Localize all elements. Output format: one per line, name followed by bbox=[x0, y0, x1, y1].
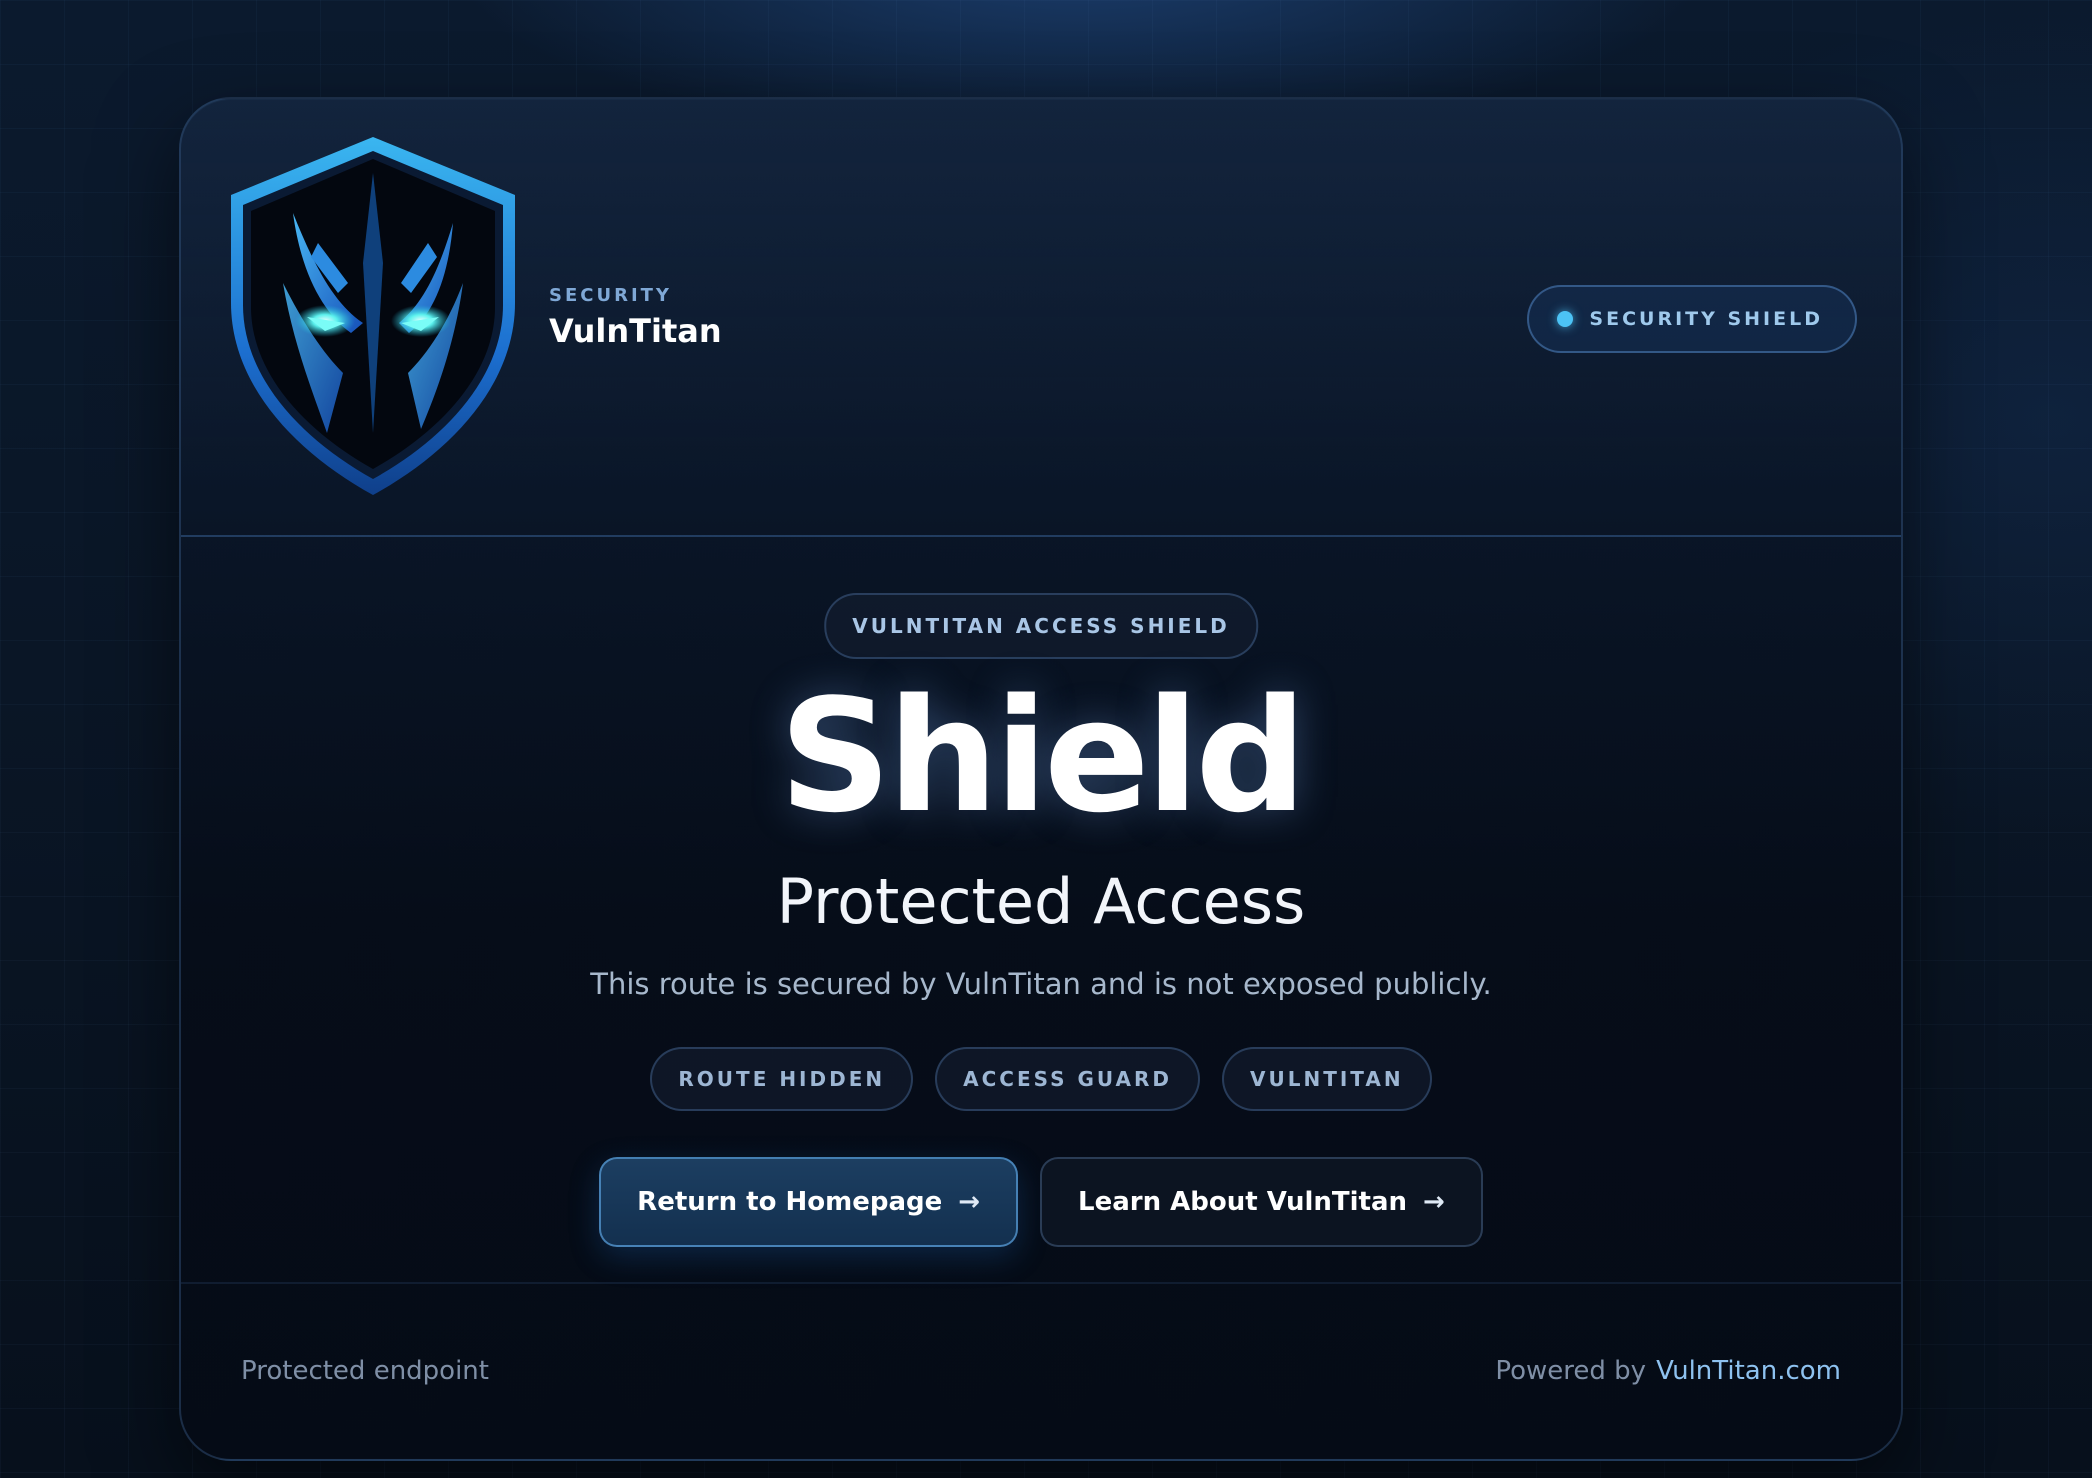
access-shield-pill: VULNTITAN ACCESS SHIELD bbox=[824, 593, 1258, 659]
return-homepage-label: Return to Homepage bbox=[637, 1187, 943, 1217]
arrow-right-icon: → bbox=[1423, 1187, 1445, 1217]
security-shield-badge: SECURITY SHIELD bbox=[1527, 285, 1857, 353]
main-content: VULNTITAN ACCESS SHIELD Shield Protected… bbox=[181, 537, 1901, 1284]
brand-name: VulnTitan bbox=[549, 312, 722, 350]
chip-access-guard: ACCESS GUARD bbox=[935, 1047, 1200, 1111]
arrow-right-icon: → bbox=[958, 1187, 981, 1217]
badge-label: SECURITY SHIELD bbox=[1589, 308, 1823, 330]
powered-by-label: Powered by bbox=[1495, 1356, 1647, 1386]
chip-vulntitan: VULNTITAN bbox=[1222, 1047, 1432, 1111]
card-header: SECURITY VulnTitan SECURITY SHIELD bbox=[181, 99, 1901, 537]
return-homepage-button[interactable]: Return to Homepage → bbox=[599, 1157, 1019, 1247]
learn-about-button[interactable]: Learn About VulnTitan → bbox=[1040, 1157, 1483, 1247]
brand-block: SECURITY VulnTitan bbox=[549, 285, 722, 350]
tag-chips: ROUTE HIDDEN ACCESS GUARD VULNTITAN bbox=[181, 1047, 1901, 1111]
card-footer: Protected endpoint Powered by VulnTitan.c… bbox=[181, 1284, 1901, 1459]
page-description: This route is secured by VulnTitan and i… bbox=[590, 967, 1492, 1001]
footer-powered-by: Powered by VulnTitan.com bbox=[1495, 1356, 1841, 1386]
shield-mask-icon bbox=[223, 133, 523, 497]
action-buttons: Return to Homepage → Learn About VulnTit… bbox=[181, 1157, 1901, 1247]
access-shield-pill-label: VULNTITAN ACCESS SHIELD bbox=[852, 614, 1230, 638]
learn-about-label: Learn About VulnTitan bbox=[1078, 1187, 1408, 1217]
status-dot-icon bbox=[1557, 311, 1574, 327]
brand-kicker: SECURITY bbox=[549, 285, 672, 306]
chip-route-hidden: ROUTE HIDDEN bbox=[650, 1047, 914, 1111]
footer-status-text: Protected endpoint bbox=[241, 1356, 489, 1386]
page-title: Shield bbox=[779, 665, 1307, 847]
page-subtitle: Protected Access bbox=[776, 865, 1306, 938]
vulntitan-link[interactable]: VulnTitan.com bbox=[1656, 1356, 1841, 1386]
access-card: SECURITY VulnTitan SECURITY SHIELD VULNT… bbox=[179, 97, 1903, 1461]
